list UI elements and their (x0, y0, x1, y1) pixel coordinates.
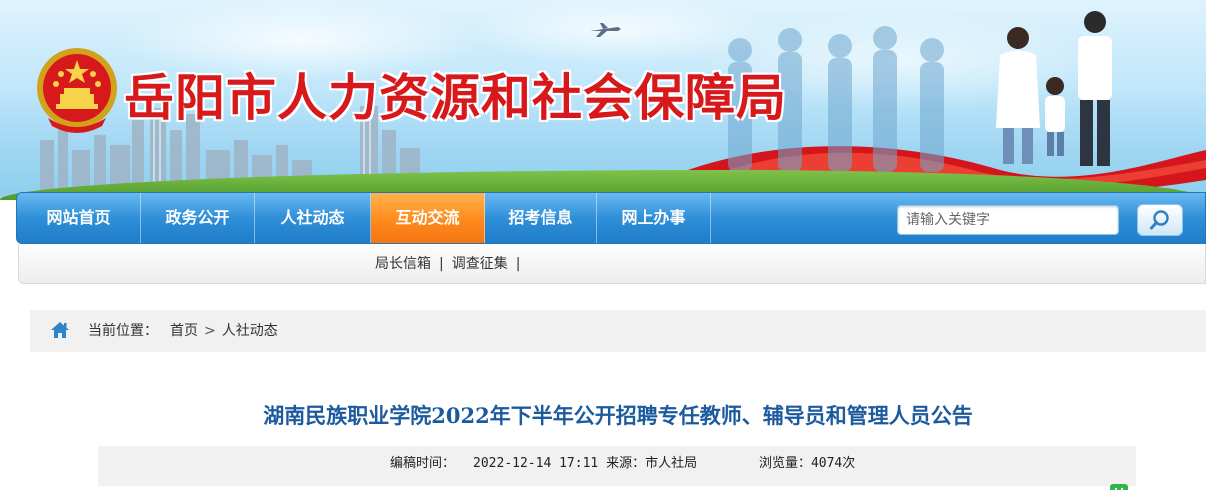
breadcrumb: 当前位置： 首页 > 人社动态 (30, 310, 1206, 352)
article-title: 湖南民族职业学院2022年下半年公开招聘专任教师、辅导员和管理人员公告 (263, 403, 973, 428)
meta-source-label: 来源： (606, 456, 646, 471)
subnav-separator: | (515, 256, 521, 272)
search-input[interactable] (897, 205, 1119, 235)
site-title: 岳阳市人力资源和社会保障局 (124, 68, 787, 127)
nav-item-government-affairs[interactable]: 政务公开 (141, 193, 255, 243)
search-icon (1150, 210, 1169, 230)
sub-nav: 局长信箱 | 调查征集 | (18, 244, 1206, 284)
nav-item-home[interactable]: 网站首页 (17, 193, 141, 243)
meta-source-value: 市人社局 (645, 456, 698, 471)
search-button[interactable] (1137, 204, 1183, 236)
meta-views-value: 4074次 (810, 456, 856, 471)
article-meta: 编稿时间： 2022-12-14 17:11 来源：市人社局 浏览量：4074次 (98, 446, 1136, 490)
subnav-survey[interactable]: 调查征集 (452, 244, 508, 284)
main-nav: 网站首页 政务公开 人社动态 互动交流 招考信息 网上办事 (16, 192, 1206, 244)
breadcrumb-hr-news-link[interactable]: 人社动态 (222, 310, 278, 352)
wechat-share-icon[interactable] (1110, 484, 1128, 490)
nav-item-hr-news[interactable]: 人社动态 (255, 193, 371, 243)
header-banner: 岳阳市人力资源和社会保障局 (0, 0, 1206, 200)
meta-views-label: 浏览量： (758, 456, 811, 471)
subnav-director-mailbox[interactable]: 局长信箱 (375, 244, 431, 284)
home-icon (51, 322, 69, 338)
nav-item-interaction[interactable]: 互动交流 (371, 193, 485, 243)
breadcrumb-label: 当前位置： (88, 323, 158, 339)
nav-item-online-services[interactable]: 网上办事 (597, 193, 711, 243)
national-emblem-icon (37, 48, 117, 133)
breadcrumb-arrow: > (204, 323, 216, 339)
meta-date-label: 编稿时间： (390, 456, 456, 471)
breadcrumb-home-link[interactable]: 首页 (170, 310, 198, 352)
subnav-separator: | (439, 256, 444, 272)
meta-date-value: 2022-12-14 17:11 (473, 456, 599, 471)
nav-item-recruitment[interactable]: 招考信息 (485, 193, 597, 243)
airplane-graphic (590, 23, 621, 37)
